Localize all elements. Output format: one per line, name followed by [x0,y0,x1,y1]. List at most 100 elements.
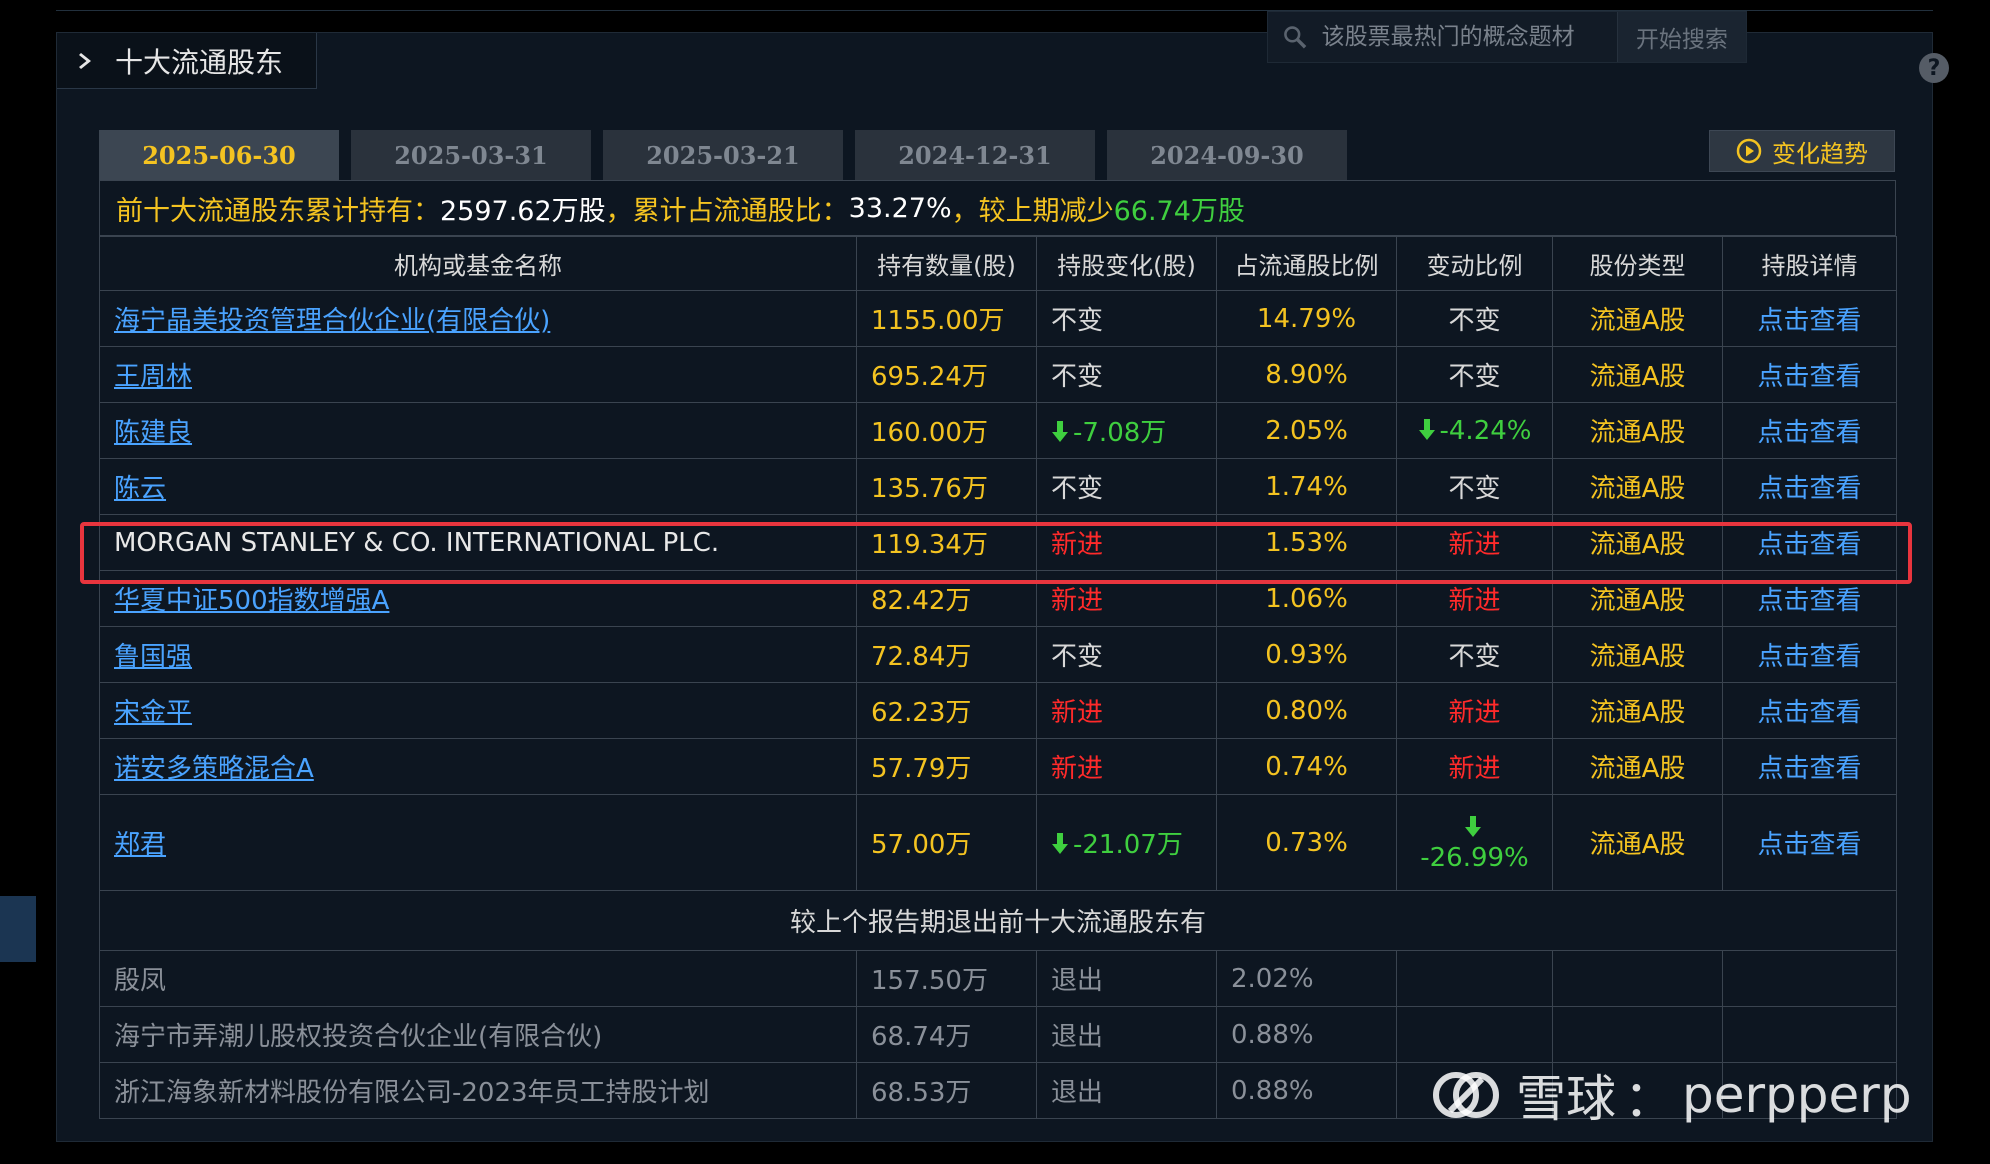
search-input[interactable] [1319,23,1617,51]
help-icon[interactable]: ? [1919,53,1949,83]
table-row: 华夏中证500指数增强A 82.42万 新进 1.06% 新进 流通A股 点击查看 [99,570,1897,627]
date-tabs: 2025-06-30 2025-03-31 2025-03-21 2024-12-31… [99,130,1359,180]
holder-name-cell: 陈云 [99,458,857,515]
detail-cell: 点击查看 [1722,458,1897,515]
search-button[interactable]: 开始搜索 [1616,12,1746,62]
hold-amount: 119.34万 [856,514,1037,571]
holder-name-link[interactable]: 郑君 [114,830,166,860]
detail-cell: 点击查看 [1722,290,1897,347]
detail-cell: 点击查看 [1722,682,1897,739]
detail-link[interactable]: 点击查看 [1757,306,1861,336]
table-row: 海宁晶美投资管理合伙企业(有限合伙) 1155.00万 不变 14.79% 不变 流通A股… [99,290,1897,347]
tab-1[interactable]: 2025-03-31 [351,130,591,180]
table-row: MORGAN STANLEY & CO. INTERNATIONAL PLC. 1… [99,514,1897,571]
holder-name-link[interactable]: 宋金平 [114,698,192,728]
exit-title: 较上个报告期退出前十大流通股东有 [99,890,1897,951]
table-row: 鲁国强 72.84万 不变 0.93% 不变 流通A股 点击查看 [99,626,1897,683]
holder-name-cell: 陈建良 [99,402,857,459]
trend-button-label: 变化趋势 [1772,139,1868,168]
detail-link[interactable]: 点击查看 [1757,754,1861,784]
holder-name-cell: 鲁国强 [99,626,857,683]
holder-name-link[interactable]: 王周林 [114,362,192,392]
change-ratio-cell: -4.24% [1396,402,1553,459]
share-type: 流通A股 [1552,346,1723,403]
change-ratio-cell: 新进 [1396,682,1553,739]
share-type: 流通A股 [1552,458,1723,515]
tab-3[interactable]: 2024-12-31 [855,130,1095,180]
hold-change-cell: 新进 [1036,514,1217,571]
hold-amount: 72.84万 [856,626,1037,683]
exit-row: 殷凤 157.50万 退出 2.02% [99,950,1897,1007]
hold-change-cell: -7.08万 [1036,402,1217,459]
detail-link[interactable]: 点击查看 [1757,586,1861,616]
concept-search-bar: 开始搜索 [1267,11,1747,63]
float-ratio: 0.80% [1216,682,1397,739]
arrow-down-icon [1052,833,1068,854]
share-type: 流通A股 [1552,514,1723,571]
hold-change: -7.08万 [1073,418,1167,448]
watermark-user: perpperp [1682,1066,1912,1124]
exit-hold-amount: 68.53万 [856,1062,1037,1119]
holder-name-link[interactable]: 鲁国强 [114,642,192,672]
holder-name-cell: 宋金平 [99,682,857,739]
summary-label-ratio: ，累计占流通股比： [605,195,849,227]
detail-link[interactable]: 点击查看 [1757,698,1861,728]
summary-ratio: 33.27% [848,192,952,224]
detail-link[interactable]: 点击查看 [1757,362,1861,392]
hold-amount: 1155.00万 [856,290,1037,347]
detail-link[interactable]: 点击查看 [1757,474,1861,504]
tab-4[interactable]: 2024-09-30 [1107,130,1347,180]
change-ratio: 新进 [1448,754,1501,784]
hold-change: 不变 [1051,474,1104,504]
table-row: 郑君 57.00万 -21.07万 0.73% -26.99% 流通A股 点击查看 [99,794,1897,891]
change-ratio-cell: 新进 [1396,570,1553,627]
hold-change: -21.07万 [1073,830,1183,860]
holder-name-link[interactable]: 华夏中证500指数增强A [114,586,389,616]
exit-hold-amount: 157.50万 [856,950,1037,1007]
change-ratio: 新进 [1448,586,1501,616]
exit-holder-name: 殷凤 [99,950,857,1007]
arrow-down-icon [1052,421,1068,442]
float-ratio: 8.90% [1216,346,1397,403]
share-type: 流通A股 [1552,626,1723,683]
arrow-down-icon [1418,418,1435,440]
hold-change: 新进 [1051,530,1104,560]
table-row: 陈云 135.76万 不变 1.74% 不变 流通A股 点击查看 [99,458,1897,515]
empty-cell [1396,950,1553,1007]
share-type: 流通A股 [1552,402,1723,459]
hold-change-cell: 新进 [1036,570,1217,627]
empty-cell [1722,950,1897,1007]
hold-amount: 695.24万 [856,346,1037,403]
watermark-brand: 雪球 [1516,1070,1616,1128]
exit-status: 退出 [1036,1006,1217,1063]
float-ratio: 0.73% [1216,794,1397,891]
xueqiu-logo-icon [1433,1072,1499,1118]
detail-link[interactable]: 点击查看 [1757,642,1861,672]
hold-amount: 135.76万 [856,458,1037,515]
trend-button[interactable]: 变化趋势 [1709,130,1895,172]
holder-name-link[interactable]: 诺安多策略混合A [114,754,314,784]
exit-holder-name: 浙江海象新材料股份有限公司-2023年员工持股计划 [99,1062,857,1119]
hold-change: 不变 [1051,362,1104,392]
hold-change-cell: 不变 [1036,458,1217,515]
watermark-sep: ： [1624,1070,1674,1128]
detail-link[interactable]: 点击查看 [1757,418,1861,448]
exit-holder-name: 海宁市弄潮儿股权投资合伙企业(有限合伙) [99,1006,857,1063]
column-header: 占流通股比例 [1216,236,1397,291]
change-ratio: -4.24% [1439,415,1532,446]
section-header[interactable]: 十大流通股东 [57,33,317,89]
tab-2[interactable]: 2025-03-21 [603,130,843,180]
holder-name-link[interactable]: 海宁晶美投资管理合伙企业(有限合伙) [114,306,550,336]
column-header: 持股详情 [1722,236,1897,291]
holder-name-link[interactable]: 陈建良 [114,418,192,448]
detail-link[interactable]: 点击查看 [1757,530,1861,560]
exit-ratio: 0.88% [1216,1062,1397,1119]
float-ratio: 14.79% [1216,290,1397,347]
holder-name-link[interactable]: 陈云 [114,474,166,504]
share-type: 流通A股 [1552,738,1723,795]
tab-0[interactable]: 2025-06-30 [99,130,339,180]
column-header: 机构或基金名称 [99,236,857,291]
detail-link[interactable]: 点击查看 [1757,830,1861,860]
holder-name-cell: 华夏中证500指数增强A [99,570,857,627]
side-tab[interactable] [0,896,36,962]
